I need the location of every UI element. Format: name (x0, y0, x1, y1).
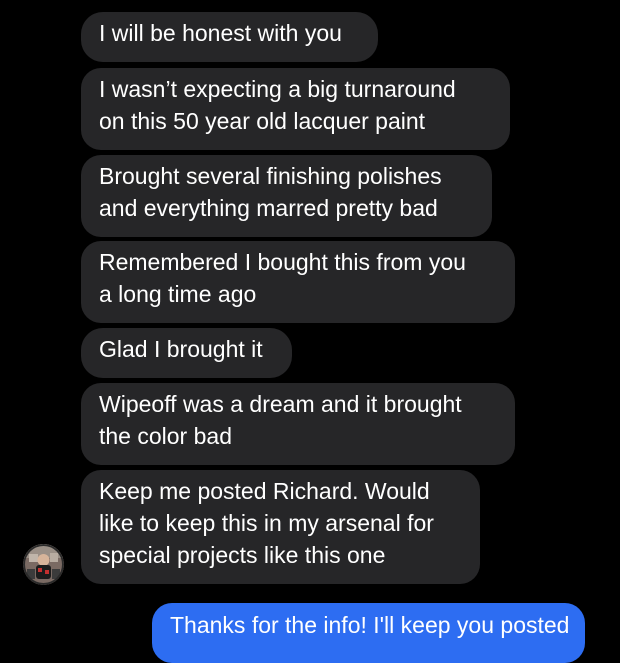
message-text: Keep me posted Richard. Would (99, 478, 430, 504)
incoming-message-bubble[interactable]: I wasn’t expecting a big turnaround on t… (81, 68, 510, 150)
message-text: Glad I brought it (99, 336, 263, 362)
contact-avatar-icon[interactable] (23, 544, 64, 585)
message-text: special projects like this one (99, 542, 386, 568)
message-text: Remembered I bought this from you (99, 249, 466, 275)
message-text: Wipeoff was a dream and it brought (99, 391, 462, 417)
avatar-image (23, 544, 64, 585)
message-text: a long time ago (99, 281, 257, 307)
message-text: Brought several finishing polishes (99, 163, 442, 189)
message-thread: I will be honest with you I wasn’t expec… (0, 0, 620, 663)
message-text: on this 50 year old lacquer paint (99, 108, 426, 134)
incoming-message-bubble[interactable]: Keep me posted Richard. Would like to ke… (81, 470, 480, 584)
message-text: and everything marred pretty bad (99, 195, 438, 221)
message-text: Thanks for the info! I'll keep you poste… (170, 612, 570, 638)
incoming-message-bubble[interactable]: Glad I brought it (81, 328, 292, 378)
message-text: I wasn’t expecting a big turnaround (99, 76, 456, 102)
message-text: I will be honest with you (99, 20, 342, 46)
outgoing-message-bubble[interactable]: Thanks for the info! I'll keep you poste… (152, 603, 585, 663)
incoming-message-bubble[interactable]: Wipeoff was a dream and it brought the c… (81, 383, 515, 465)
incoming-message-bubble[interactable]: Remembered I bought this from you a long… (81, 241, 515, 323)
incoming-message-bubble[interactable]: Brought several finishing polishes and e… (81, 155, 492, 237)
incoming-message-bubble[interactable]: I will be honest with you (81, 12, 378, 62)
message-text: like to keep this in my arsenal for (99, 510, 434, 536)
message-text: the color bad (99, 423, 232, 449)
